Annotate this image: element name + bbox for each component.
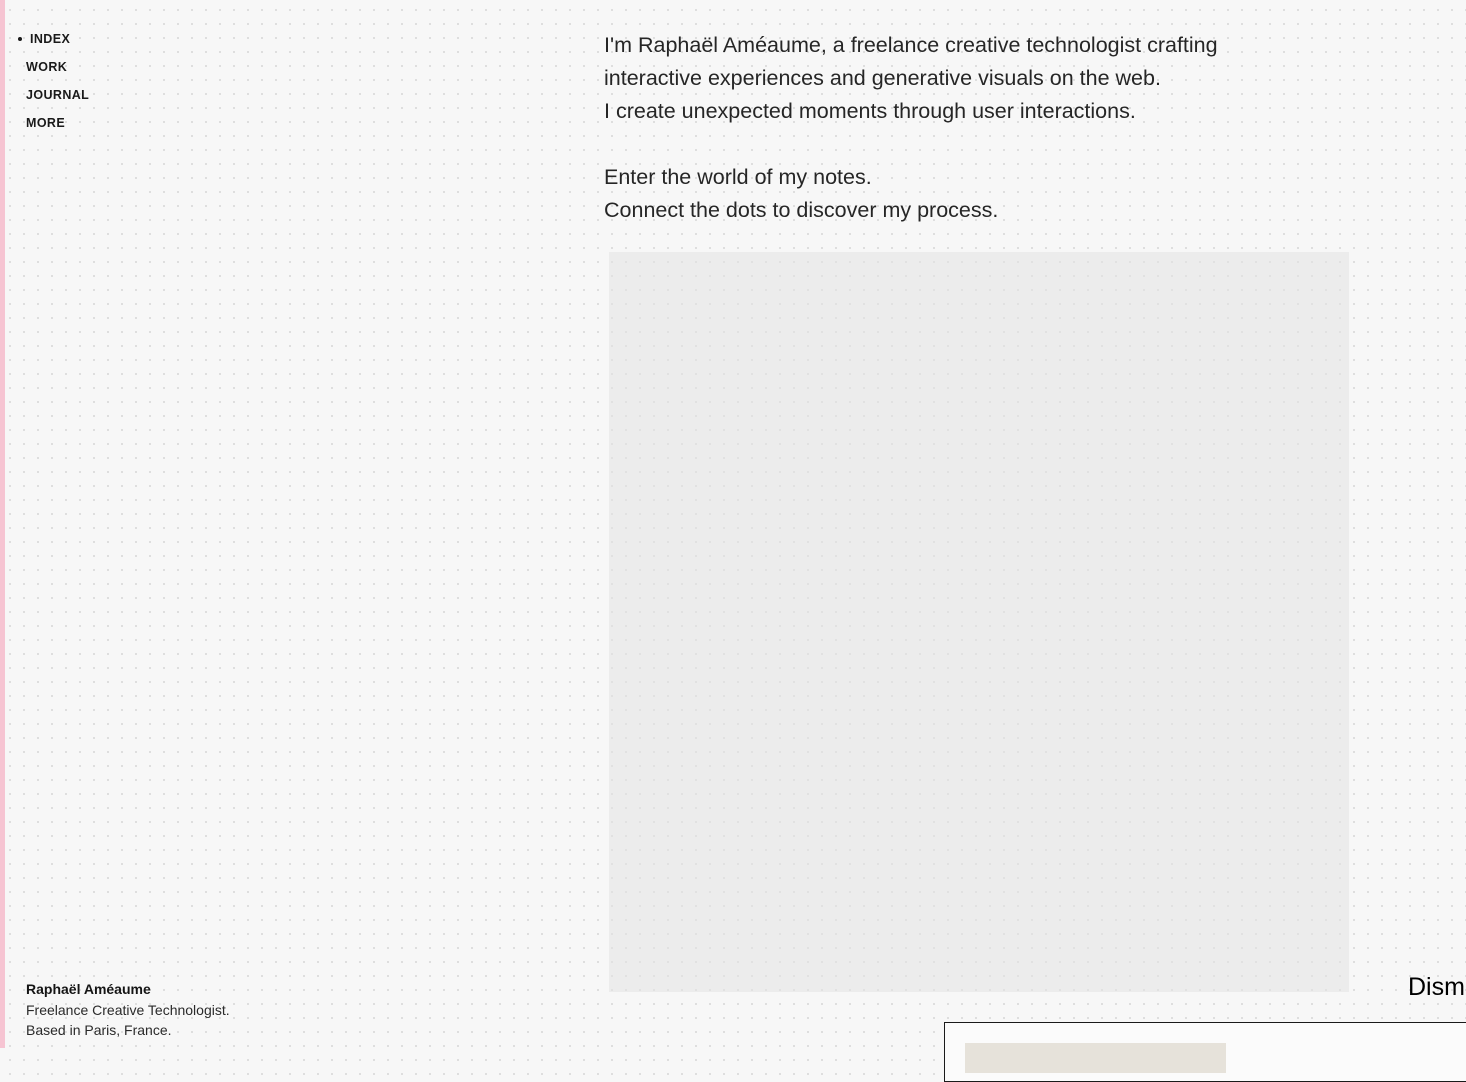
- nav-item-index[interactable]: INDEX: [18, 31, 89, 59]
- footer-location: Based in Paris, France.: [26, 1022, 172, 1038]
- nav-item-journal[interactable]: JOURNAL: [18, 87, 89, 115]
- intro-line: interactive experiences and generative v…: [604, 66, 1161, 90]
- nav-item-work[interactable]: WORK: [18, 59, 89, 87]
- nav-item-label: MORE: [26, 116, 66, 130]
- intro-line: I create unexpected moments through user…: [604, 99, 1136, 123]
- intro-line: I'm Raphaël Améaume, a freelance creativ…: [604, 33, 1218, 57]
- intro-line: Connect the dots to discover my process.: [604, 198, 999, 222]
- connect-the-dots-canvas[interactable]: [609, 252, 1349, 992]
- nav-item-label: WORK: [26, 60, 68, 74]
- nav-item-label: INDEX: [30, 32, 71, 46]
- nav-item-more[interactable]: MORE: [18, 115, 89, 143]
- dismiss-button[interactable]: Dism: [1408, 971, 1465, 1003]
- footer-name: Raphaël Améaume: [26, 981, 151, 997]
- popup-card[interactable]: [944, 1022, 1466, 1082]
- active-bullet-icon: [18, 37, 22, 41]
- footer-role: Freelance Creative Technologist.: [26, 1001, 230, 1018]
- intro-text: I'm Raphaël Améaume, a freelance creativ…: [604, 29, 1364, 227]
- intro-line: Enter the world of my notes.: [604, 165, 872, 189]
- left-accent-bar: [0, 0, 5, 1048]
- nav-item-label: JOURNAL: [26, 88, 90, 102]
- footer-info: Raphaël Améaume Freelance Creative Techn…: [26, 979, 230, 1041]
- main-nav: INDEX WORK JOURNAL MORE: [18, 31, 89, 143]
